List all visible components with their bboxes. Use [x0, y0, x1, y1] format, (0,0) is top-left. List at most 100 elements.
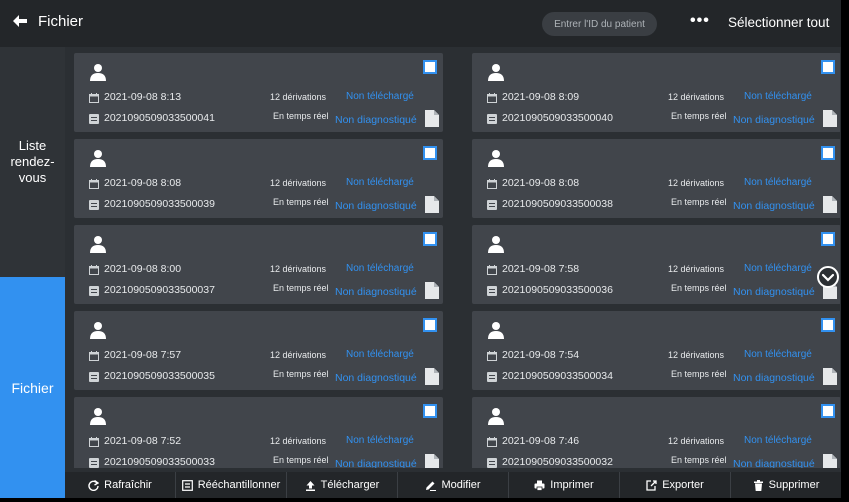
- sidebar-item-appointments[interactable]: Liste rendez-vous: [0, 47, 65, 277]
- sidebar: Liste rendez-vous Fichier: [0, 47, 65, 498]
- record-leads: 12 dérivations: [668, 92, 725, 102]
- calendar-icon: [89, 351, 99, 361]
- select-all-button[interactable]: Sélectionner tout: [728, 15, 829, 30]
- record-datetime: 2021-09-08 8:08: [502, 177, 580, 189]
- record-id: 2021090509033500039: [104, 198, 215, 210]
- record-mode: En temps réel: [671, 197, 727, 207]
- toolbar-button-label: Rééchantillonner: [197, 479, 281, 491]
- calendar-icon: [487, 179, 497, 189]
- record-mode: En temps réel: [273, 197, 329, 207]
- record-checkbox[interactable]: [423, 146, 437, 160]
- record-card[interactable]: 2021-09-08 8:13 2021090509033500041 12 d…: [74, 53, 443, 132]
- calendar-icon: [487, 437, 497, 447]
- record-mode: En temps réel: [671, 455, 727, 465]
- record-datetime: 2021-09-08 7:52: [104, 435, 182, 447]
- record-leads: 12 dérivations: [668, 264, 725, 274]
- record-card[interactable]: 2021-09-08 8:00 2021090509033500037 12 d…: [74, 225, 443, 304]
- record-id-icon: [487, 458, 497, 468]
- patient-avatar-icon: [90, 408, 106, 425]
- record-card[interactable]: 2021-09-08 7:46 2021090509033500032 12 d…: [472, 397, 840, 468]
- document-icon[interactable]: [425, 110, 439, 127]
- record-id-icon: [89, 114, 99, 124]
- record-checkbox[interactable]: [821, 404, 835, 418]
- document-icon[interactable]: [823, 110, 837, 127]
- sidebar-item-file[interactable]: Fichier: [0, 277, 65, 498]
- patient-avatar-icon: [488, 150, 504, 167]
- diagnosis-status: Non diagnostiqué: [335, 200, 417, 212]
- record-card[interactable]: 2021-09-08 8:09 2021090509033500040 12 d…: [472, 53, 840, 132]
- upload-status: Non téléchargé: [346, 435, 414, 446]
- record-checkbox[interactable]: [423, 232, 437, 246]
- top-bar: Fichier Entrer l'ID du patient ••• Sélec…: [0, 0, 841, 47]
- record-datetime: 2021-09-08 8:09: [502, 91, 580, 103]
- patient-avatar-icon: [90, 150, 106, 167]
- upload-status: Non téléchargé: [744, 349, 812, 360]
- app-screen: Fichier Entrer l'ID du patient ••• Sélec…: [0, 0, 841, 498]
- record-leads: 12 dérivations: [270, 178, 327, 188]
- diagnosis-status: Non diagnostiqué: [335, 458, 417, 468]
- document-icon[interactable]: [425, 196, 439, 213]
- record-card[interactable]: 2021-09-08 8:08 2021090509033500039 12 d…: [74, 139, 443, 218]
- toolbar-button-trash[interactable]: Supprimer: [731, 472, 841, 498]
- document-icon[interactable]: [425, 454, 439, 468]
- record-checkbox[interactable]: [821, 232, 835, 246]
- patient-avatar-icon: [488, 64, 504, 81]
- back-arrow-icon: [13, 15, 27, 27]
- document-icon[interactable]: [823, 454, 837, 468]
- toolbar-button-refresh[interactable]: Rafraîchir: [65, 472, 176, 498]
- calendar-icon: [89, 265, 99, 275]
- document-icon[interactable]: [425, 282, 439, 299]
- record-mode: En temps réel: [671, 111, 727, 121]
- back-label: Fichier: [38, 12, 84, 30]
- record-id: 2021090509033500034: [502, 370, 613, 382]
- record-id: 2021090509033500033: [104, 456, 215, 468]
- record-checkbox[interactable]: [821, 318, 835, 332]
- record-datetime: 2021-09-08 7:58: [502, 263, 580, 275]
- document-icon[interactable]: [823, 368, 837, 385]
- record-checkbox[interactable]: [423, 60, 437, 74]
- toolbar-button-export[interactable]: Exporter: [620, 472, 731, 498]
- diagnosis-status: Non diagnostiqué: [733, 200, 815, 212]
- patient-id-search-input[interactable]: Entrer l'ID du patient: [542, 12, 657, 36]
- record-checkbox[interactable]: [821, 60, 835, 74]
- record-id-icon: [487, 372, 497, 382]
- print-icon: [534, 480, 545, 491]
- record-id-icon: [89, 200, 99, 210]
- export-icon: [646, 479, 657, 491]
- calendar-icon: [89, 179, 99, 189]
- record-card[interactable]: 2021-09-08 7:54 2021090509033500034 12 d…: [472, 311, 840, 390]
- record-checkbox[interactable]: [423, 318, 437, 332]
- patient-avatar-icon: [90, 64, 106, 81]
- record-card[interactable]: 2021-09-08 7:52 2021090509033500033 12 d…: [74, 397, 443, 468]
- record-datetime: 2021-09-08 7:54: [502, 349, 580, 361]
- document-icon[interactable]: [823, 196, 837, 213]
- toolbar-button-edit[interactable]: Modifier: [398, 472, 509, 498]
- upload-status: Non téléchargé: [744, 91, 812, 102]
- scroll-down-icon[interactable]: [816, 265, 840, 289]
- back-button[interactable]: Fichier: [10, 11, 83, 31]
- upload-status: Non téléchargé: [744, 263, 812, 274]
- record-card[interactable]: 2021-09-08 8:08 2021090509033500038 12 d…: [472, 139, 840, 218]
- more-options-button[interactable]: •••: [690, 12, 710, 30]
- record-card[interactable]: 2021-09-08 7:57 2021090509033500035 12 d…: [74, 311, 443, 390]
- upload-status: Non téléchargé: [346, 349, 414, 360]
- record-mode: En temps réel: [273, 455, 329, 465]
- record-checkbox[interactable]: [821, 146, 835, 160]
- diagnosis-status: Non diagnostiqué: [733, 458, 815, 468]
- toolbar-button-print[interactable]: Imprimer: [509, 472, 620, 498]
- record-datetime: 2021-09-08 8:00: [104, 263, 182, 275]
- record-datetime: 2021-09-08 7:57: [104, 349, 182, 361]
- patient-avatar-icon: [488, 236, 504, 253]
- toolbar-button-resample[interactable]: Rééchantillonner: [176, 472, 287, 498]
- document-icon[interactable]: [425, 368, 439, 385]
- calendar-icon: [89, 93, 99, 103]
- record-checkbox[interactable]: [423, 404, 437, 418]
- record-card[interactable]: 2021-09-08 7:58 2021090509033500036 12 d…: [472, 225, 840, 304]
- trash-icon: [753, 479, 763, 491]
- toolbar-button-upload[interactable]: Télécharger: [287, 472, 398, 498]
- record-datetime: 2021-09-08 8:08: [104, 177, 182, 189]
- upload-status: Non téléchargé: [744, 435, 812, 446]
- record-id: 2021090509033500035: [104, 370, 215, 382]
- upload-status: Non téléchargé: [346, 263, 414, 274]
- record-datetime: 2021-09-08 8:13: [104, 91, 182, 103]
